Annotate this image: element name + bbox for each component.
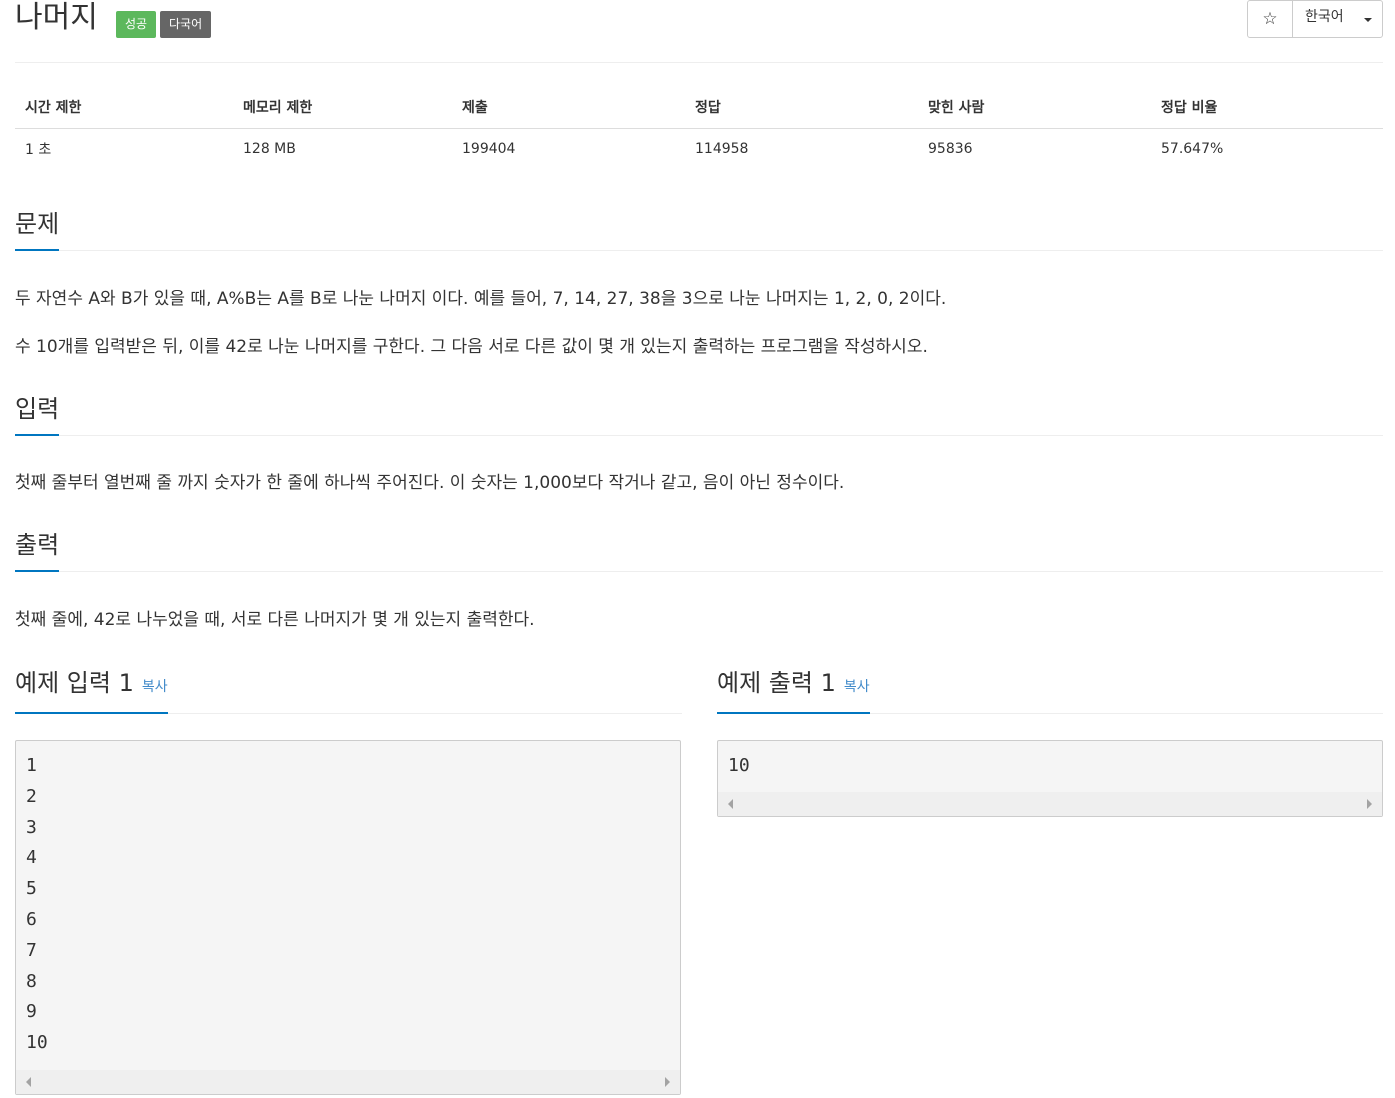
output-description: 첫째 줄에, 42로 나누었을 때, 서로 다른 나머지가 몇 개 있는지 출력… xyxy=(15,610,535,630)
problem-header: 나머지 성공 다국어 ☆ 한국어 xyxy=(15,0,1383,63)
sample-input-line: 7 xyxy=(26,939,37,961)
table-header-cell: 시간 제한 xyxy=(15,86,233,129)
table-cell: 128 MB xyxy=(243,141,296,157)
sample-input-line: 3 xyxy=(26,816,37,838)
copy-output-link[interactable]: 복사 xyxy=(844,679,870,695)
header-button-group: ☆ 한국어 xyxy=(1247,0,1383,38)
multilang-badge[interactable]: 다국어 xyxy=(160,11,212,38)
scroll-right-icon[interactable] xyxy=(665,1077,670,1087)
sample-output-heading-wrap: 예제 출력 1 복사 xyxy=(717,668,870,714)
input-section-header: 입력 xyxy=(15,394,1383,436)
scroll-left-icon[interactable] xyxy=(26,1077,31,1087)
description-section-header: 문제 xyxy=(15,209,1383,251)
sample-input-line: 1 xyxy=(26,755,37,776)
scroll-left-icon[interactable] xyxy=(728,799,733,809)
sample-output-line: 10 xyxy=(728,755,750,776)
sample-input-header: 예제 입력 1 복사 xyxy=(15,668,682,714)
sample-input-line: 8 xyxy=(26,970,37,992)
problem-info-table: 시간 제한 메모리 제한 제출 정답 맞힌 사람 정답 비율 1 초 128 M… xyxy=(15,86,1383,169)
sample-output-lines: 10 xyxy=(718,741,1382,785)
table-header-cell: 메모리 제한 xyxy=(233,86,452,129)
sample-output-box[interactable]: 10 xyxy=(717,740,1383,817)
table-header-cell: 제출 xyxy=(452,86,685,129)
sample-input-line: 6 xyxy=(26,908,37,930)
copy-input-link[interactable]: 복사 xyxy=(142,679,168,695)
table-row: 1 초 128 MB 199404 114958 95836 57.647% xyxy=(15,129,1383,170)
problem-page: 나머지 성공 다국어 ☆ 한국어 시간 제한 메모리 제한 제출 정답 맞힌 사… xyxy=(15,0,1383,1095)
sample-input-line: 5 xyxy=(26,878,37,900)
sample-input-lines: 1 2 3 4 5 6 7 8 9 10 xyxy=(16,741,680,1062)
table-cell[interactable]: 114958 xyxy=(685,129,918,170)
success-badge: 성공 xyxy=(116,11,157,38)
language-dropdown-label: 한국어 xyxy=(1305,9,1344,25)
table-cell: 1 초 xyxy=(25,142,52,158)
sample-input-heading: 예제 입력 1 xyxy=(15,669,134,697)
table-cell[interactable]: 95836 xyxy=(918,129,1151,170)
table-header-cell: 정답 비율 xyxy=(1151,86,1383,129)
problem-title: 나머지 xyxy=(15,0,98,35)
description-heading: 문제 xyxy=(15,209,60,251)
horizontal-scrollbar[interactable] xyxy=(718,792,1382,816)
sample-input-line: 4 xyxy=(26,847,37,869)
input-description: 첫째 줄부터 열번째 줄 까지 숫자가 한 줄에 하나씩 주어진다. 이 숫자는… xyxy=(15,473,845,493)
horizontal-scrollbar[interactable] xyxy=(16,1070,680,1094)
table-cell[interactable]: 199404 xyxy=(452,129,685,170)
sample-input-line: 9 xyxy=(26,1001,37,1023)
table-header-cell: 정답 xyxy=(685,86,918,129)
sample-input-heading-wrap: 예제 입력 1 복사 xyxy=(15,668,168,714)
input-heading: 입력 xyxy=(15,394,60,436)
table-header-cell: 맞힌 사람 xyxy=(918,86,1151,129)
description-paragraph: 두 자연수 A와 B가 있을 때, A%B는 A를 B로 나눈 나머지 이다. … xyxy=(15,289,947,309)
star-icon: ☆ xyxy=(1262,9,1278,29)
scroll-right-icon[interactable] xyxy=(1367,799,1372,809)
sample-input-line: 10 xyxy=(26,1032,48,1054)
table-cell: 57.647% xyxy=(1161,141,1224,157)
chevron-down-icon xyxy=(1364,18,1372,22)
output-heading: 출력 xyxy=(15,530,60,572)
sample-input-box[interactable]: 1 2 3 4 5 6 7 8 9 10 xyxy=(15,740,681,1095)
output-section-header: 출력 xyxy=(15,530,1383,572)
table-header-row: 시간 제한 메모리 제한 제출 정답 맞힌 사람 정답 비율 xyxy=(15,86,1383,129)
sample-output-header: 예제 출력 1 복사 xyxy=(717,668,1383,714)
description-paragraph: 수 10개를 입력받은 뒤, 이를 42로 나눈 나머지를 구한다. 그 다음 … xyxy=(15,337,928,357)
sample-input-line: 2 xyxy=(26,785,37,807)
sample-output-heading: 예제 출력 1 xyxy=(717,669,836,697)
star-button[interactable]: ☆ xyxy=(1248,1,1293,37)
language-dropdown[interactable]: 한국어 xyxy=(1293,1,1382,37)
